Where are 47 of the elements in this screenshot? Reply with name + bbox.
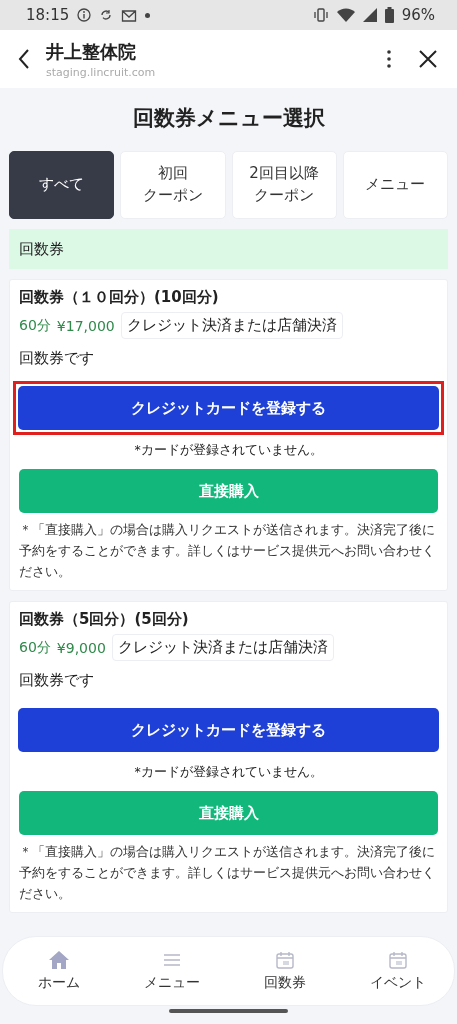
- register-card-button[interactable]: クレジットカードを登録する: [18, 708, 439, 752]
- signal-icon: [362, 8, 377, 22]
- card-warning: *カードが登録されていません。: [133, 764, 324, 781]
- dot-icon: [145, 12, 151, 18]
- close-icon: [419, 50, 437, 68]
- section-title: 回数券: [19, 239, 64, 259]
- mail-icon: [121, 8, 138, 22]
- back-button[interactable]: [18, 48, 30, 70]
- url-text: staging.lincruit.com: [46, 65, 157, 79]
- nav-item[interactable]: 回数券: [228, 950, 342, 992]
- info-icon: [77, 8, 92, 22]
- heading: 回数券メニュー選択: [132, 106, 325, 130]
- purchase-notice: ＊「直接購入」の場合は購入リクエストが送信されます。決済完了後に予約をすることができます。詳しくはサービス提供元へお問い合わせください。: [19, 521, 436, 581]
- price-text: ¥9,000: [56, 639, 106, 656]
- battery-icon: [384, 7, 394, 23]
- register-card-button[interactable]: クレジットカードを登録する: [18, 386, 439, 430]
- clock: 18:15: [26, 6, 70, 24]
- nav-item[interactable]: メニュー: [115, 950, 229, 992]
- tab[interactable]: 初回 クーポン: [120, 151, 226, 219]
- payment-tag: クレジット決済または店舗決済: [120, 312, 343, 339]
- duration-text: 60分: [19, 638, 51, 657]
- wifi-icon: [336, 8, 355, 22]
- page-title: 井上整体院: [46, 39, 137, 64]
- duration-text: 60分: [19, 316, 51, 335]
- more-icon: [387, 50, 391, 68]
- ticket-description: 回数券です: [19, 349, 95, 368]
- card-warning: *カードが登録されていません。: [133, 442, 324, 459]
- ticket-title: 回数券（１０回分）(10回分): [19, 288, 220, 307]
- purchase-notice: ＊「直接購入」の場合は購入リクエストが送信されます。決済完了後に予約をすることができます。詳しくはサービス提供元へお問い合わせください。: [19, 843, 436, 903]
- tab[interactable]: メニュー: [342, 151, 448, 219]
- sync-icon: [99, 8, 114, 22]
- tab[interactable]: すべて: [9, 151, 115, 219]
- back-icon: [18, 48, 30, 70]
- ticket-title: 回数券（5回分）(5回分): [19, 610, 190, 629]
- vibrate-icon: [312, 8, 329, 22]
- payment-tag: クレジット決済または店舗決済: [111, 634, 334, 661]
- price-text: ¥17,000: [56, 317, 115, 334]
- calendar-icon: [387, 950, 408, 970]
- home-icon: [49, 950, 70, 970]
- ticket-description: 回数券です: [19, 671, 95, 690]
- nav-item[interactable]: ホーム: [3, 950, 116, 992]
- more-button[interactable]: [387, 50, 391, 68]
- nav-item[interactable]: イベント: [341, 950, 454, 992]
- battery-level: 96%: [401, 6, 435, 24]
- close-button[interactable]: [419, 50, 437, 68]
- tab[interactable]: 2回目以降 クーポン: [231, 151, 337, 219]
- calendar-icon: [274, 950, 295, 970]
